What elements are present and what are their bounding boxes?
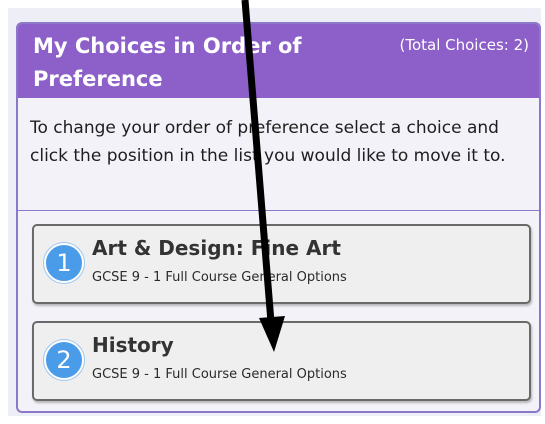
choice-card-2[interactable]: 2 History GCSE 9 - 1 Full Course General… <box>32 321 531 401</box>
divider <box>18 210 539 211</box>
choice-subtitle-1: GCSE 9 - 1 Full Course General Options <box>92 270 347 285</box>
choice-card-1[interactable]: 1 Art & Design: Fine Art GCSE 9 - 1 Full… <box>32 224 531 304</box>
panel-title: My Choices in Order of Preference <box>33 34 302 91</box>
choice-title-2: History <box>92 333 174 357</box>
my-choices-panel: My Choices in Order of Preference (Total… <box>16 22 541 413</box>
choice-title-1: Art & Design: Fine Art <box>92 236 341 260</box>
position-badge-1: 1 <box>44 243 84 283</box>
total-choices-count: (Total Choices: 2) <box>399 36 530 54</box>
choice-subtitle-2: GCSE 9 - 1 Full Course General Options <box>92 367 347 382</box>
position-badge-2: 2 <box>44 340 84 380</box>
panel-header: My Choices in Order of Preference (Total… <box>18 24 539 98</box>
instructions-text: To change your order of preference selec… <box>30 118 506 166</box>
